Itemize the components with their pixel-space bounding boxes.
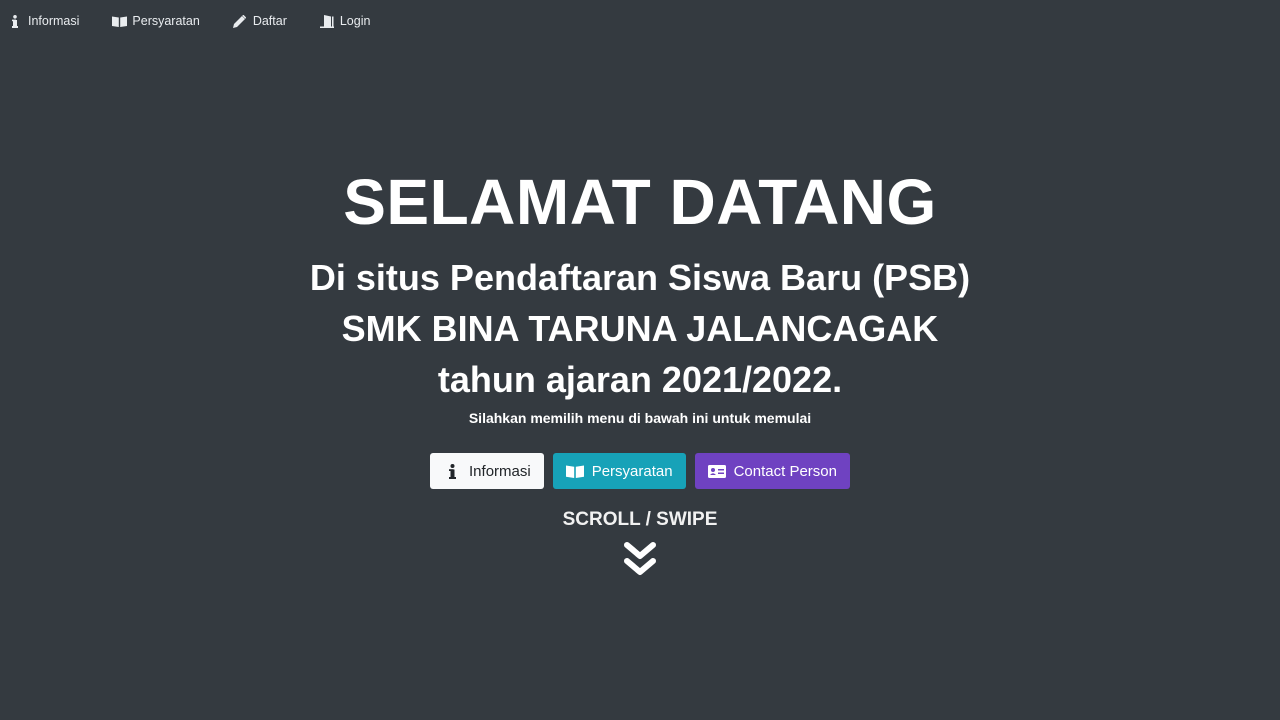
nav-item-persyaratan[interactable]: Persyaratan: [111, 14, 200, 28]
page-title: SELAMAT DATANG: [343, 166, 937, 238]
contact-person-button[interactable]: Contact Person: [694, 453, 850, 489]
instruction-text: Silahkan memilih menu di bawah ini untuk…: [468, 410, 812, 426]
top-navbar: Informasi Persyaratan Daftar Login: [0, 0, 1280, 42]
nav-item-login[interactable]: Login: [319, 14, 371, 28]
persyaratan-button[interactable]: Persyaratan: [552, 453, 686, 489]
nav-item-label: Informasi: [28, 14, 80, 28]
page-subtitle: Di situs Pendaftaran Siswa Baru (PSB) SM…: [0, 252, 1280, 405]
book-icon: [565, 463, 584, 479]
school-name: SMK BINA TARUNA JALANCAGAK: [341, 308, 939, 349]
door-open-icon: [319, 14, 335, 28]
nav-item-label: Daftar: [252, 14, 287, 28]
contact-person-button-label: Contact Person: [733, 462, 837, 480]
nav-item-informasi[interactable]: Informasi: [7, 14, 79, 28]
double-chevron-down-icon[interactable]: [624, 542, 656, 578]
informasi-button-label: Informasi: [469, 462, 531, 480]
pencil-icon: [232, 14, 248, 28]
id-card-icon: [707, 463, 726, 479]
info-icon: [7, 14, 23, 28]
action-buttons: Informasi Persyaratan Contact Person: [0, 453, 1280, 489]
persyaratan-button-label: Persyaratan: [591, 462, 673, 480]
nav-item-label: Login: [339, 14, 371, 28]
nav-item-daftar[interactable]: Daftar: [232, 14, 287, 28]
subtitle-line: Di situs Pendaftaran Siswa Baru (PSB): [309, 257, 971, 298]
informasi-button[interactable]: Informasi: [430, 453, 544, 489]
nav-item-label: Persyaratan: [132, 14, 200, 28]
info-icon: [443, 463, 461, 479]
book-icon: [111, 14, 127, 28]
scroll-label: SCROLL / SWIPE: [562, 509, 718, 530]
academic-year: tahun ajaran 2021/2022.: [437, 359, 843, 400]
